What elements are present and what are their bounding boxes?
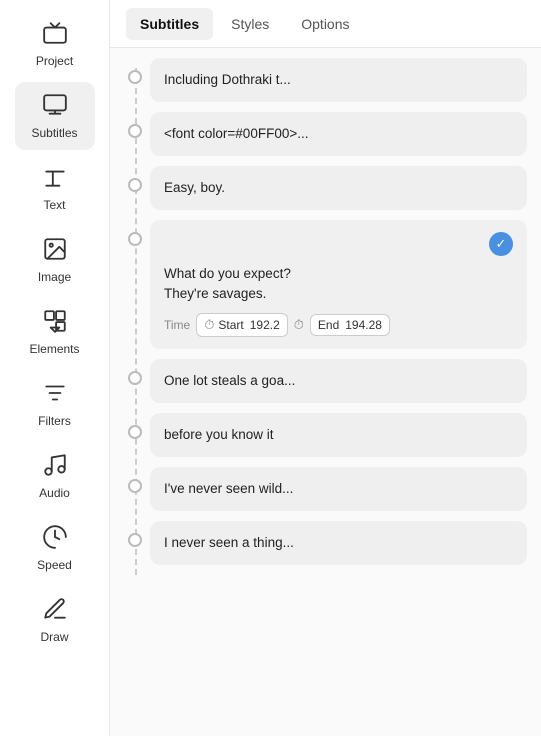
sidebar-item-elements[interactable]: Elements — [15, 298, 95, 366]
end-value: 194.28 — [345, 318, 382, 332]
subtitle-text: One lot steals a goa... — [164, 371, 513, 391]
time-row: Time ⏱ Start 192.2 ⏱ End 194.28 — [164, 313, 513, 337]
subtitle-entry[interactable]: ✓ What do you expect? They're savages. Tim… — [150, 220, 541, 349]
audio-icon — [42, 452, 68, 482]
timeline-dot — [128, 70, 142, 84]
clock-icon: ⏱ — [204, 317, 214, 333]
sidebar: Project Subtitles Text Image Elements Filters… — [0, 0, 110, 736]
tab-styles[interactable]: Styles — [217, 8, 283, 40]
subtitle-list[interactable]: Including Dothraki t... <font color=#00FF… — [110, 48, 541, 736]
elements-icon — [42, 308, 68, 338]
subtitle-entry[interactable]: <font color=#00FF00>... — [150, 112, 541, 156]
subtitle-card[interactable]: Including Dothraki t... — [150, 58, 527, 102]
sidebar-item-draw[interactable]: Draw — [15, 586, 95, 654]
subtitle-card[interactable]: Easy, boy. — [150, 166, 527, 210]
time-label: Time — [164, 318, 190, 332]
timeline-dot — [128, 533, 142, 547]
timeline-dot — [128, 371, 142, 385]
subtitle-card[interactable]: <font color=#00FF00>... — [150, 112, 527, 156]
timeline: Including Dothraki t... <font color=#00FF… — [120, 58, 541, 585]
speed-icon — [42, 524, 68, 554]
timeline-dot — [128, 479, 142, 493]
sidebar-item-text[interactable]: Text — [15, 154, 95, 222]
sidebar-item-label: Audio — [39, 486, 70, 500]
tab-bar: SubtitlesStylesOptions — [110, 0, 541, 48]
filters-icon — [42, 380, 68, 410]
subtitle-entry[interactable]: before you know it — [150, 413, 541, 457]
sidebar-item-label: Elements — [29, 342, 79, 356]
draw-icon — [42, 596, 68, 626]
text-icon — [42, 164, 68, 194]
end-label: End — [318, 318, 339, 332]
start-time-input[interactable]: ⏱ Start 192.2 — [196, 313, 288, 337]
sidebar-item-audio[interactable]: Audio — [15, 442, 95, 510]
check-badge: ✓ — [489, 232, 513, 256]
subtitle-entry[interactable]: Easy, boy. — [150, 166, 541, 210]
sidebar-item-subtitles[interactable]: Subtitles — [15, 82, 95, 150]
subtitle-text: Easy, boy. — [164, 178, 513, 198]
subtitle-card[interactable]: before you know it — [150, 413, 527, 457]
time-separator: ⏱ — [294, 317, 304, 333]
subtitle-text: I've never seen wild... — [164, 479, 513, 499]
subtitle-text: Including Dothraki t... — [164, 70, 513, 90]
subtitle-text: before you know it — [164, 425, 513, 445]
project-icon — [42, 20, 68, 50]
timeline-dot — [128, 425, 142, 439]
subtitle-text: <font color=#00FF00>... — [164, 124, 513, 144]
start-label: Start — [218, 318, 243, 332]
timeline-dot — [128, 232, 142, 246]
sidebar-item-project[interactable]: Project — [15, 10, 95, 78]
subtitle-card[interactable]: I never seen a thing... — [150, 521, 527, 565]
subtitle-entry[interactable]: I've never seen wild... — [150, 467, 541, 511]
subtitles-icon — [42, 92, 68, 122]
sidebar-item-label: Draw — [40, 630, 68, 644]
subtitle-entry[interactable]: One lot steals a goa... — [150, 359, 541, 403]
sidebar-item-label: Filters — [38, 414, 71, 428]
subtitle-entry[interactable]: Including Dothraki t... — [150, 58, 541, 102]
sidebar-item-label: Text — [43, 198, 65, 212]
subtitle-entry[interactable]: I never seen a thing... — [150, 521, 541, 565]
timeline-dot — [128, 178, 142, 192]
tab-options[interactable]: Options — [287, 8, 363, 40]
end-time-input[interactable]: End 194.28 — [310, 314, 390, 336]
image-icon — [42, 236, 68, 266]
sidebar-item-image[interactable]: Image — [15, 226, 95, 294]
sidebar-item-speed[interactable]: Speed — [15, 514, 95, 582]
sidebar-item-label: Speed — [37, 558, 72, 572]
start-value: 192.2 — [250, 318, 280, 332]
subtitle-card[interactable]: ✓ What do you expect? They're savages. Tim… — [150, 220, 527, 349]
main-panel: SubtitlesStylesOptions Including Dothrak… — [110, 0, 541, 736]
sidebar-item-label: Project — [36, 54, 73, 68]
sidebar-item-label: Subtitles — [31, 126, 77, 140]
sidebar-item-filters[interactable]: Filters — [15, 370, 95, 438]
tab-subtitles[interactable]: Subtitles — [126, 8, 213, 40]
subtitle-text: What do you expect? They're savages. — [164, 264, 513, 303]
sidebar-item-label: Image — [38, 270, 71, 284]
subtitle-text: I never seen a thing... — [164, 533, 513, 553]
timeline-dot — [128, 124, 142, 138]
subtitle-card[interactable]: One lot steals a goa... — [150, 359, 527, 403]
subtitle-card[interactable]: I've never seen wild... — [150, 467, 527, 511]
